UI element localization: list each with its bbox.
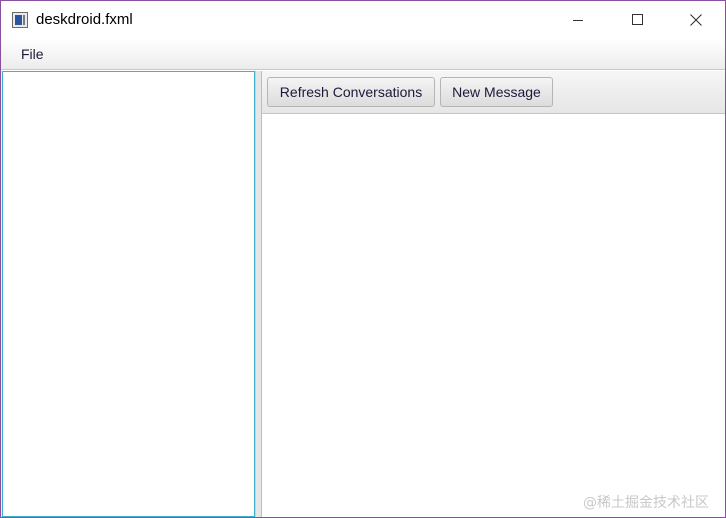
refresh-conversations-button[interactable]: Refresh Conversations [267, 77, 435, 107]
message-pane: Refresh Conversations New Message [262, 71, 725, 517]
minimize-icon [573, 20, 583, 21]
app-icon-glyph [15, 15, 22, 25]
toolbar: Refresh Conversations New Message [262, 71, 725, 114]
new-message-button[interactable]: New Message [440, 77, 553, 107]
app-window: deskdroid.fxml File Refresh Conversation… [0, 0, 726, 518]
menu-bar: File [1, 39, 725, 70]
app-icon-glyph-bar [23, 15, 25, 25]
window-title: deskdroid.fxml [36, 11, 133, 28]
title-bar[interactable]: deskdroid.fxml [1, 1, 725, 39]
conversation-list[interactable] [2, 71, 255, 517]
split-pane-divider[interactable] [255, 71, 262, 517]
maximize-button[interactable] [608, 1, 666, 39]
close-button[interactable] [667, 1, 725, 39]
message-content-area[interactable] [262, 114, 725, 517]
split-pane: Refresh Conversations New Message [1, 71, 725, 517]
minimize-button[interactable] [549, 1, 607, 39]
maximize-icon [632, 14, 643, 25]
app-window-icon [12, 12, 28, 28]
menu-file[interactable]: File [13, 43, 52, 66]
watermark: @稀土掘金技术社区 [583, 495, 709, 511]
close-icon [690, 14, 702, 26]
